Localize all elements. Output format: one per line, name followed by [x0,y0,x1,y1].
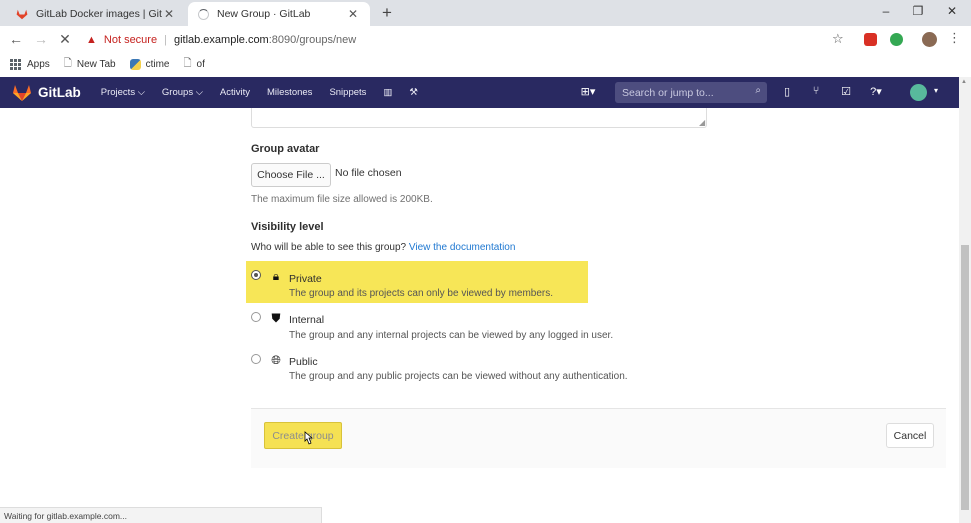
mouse-pointer-icon [304,431,313,445]
visibility-public-radio[interactable] [251,354,261,364]
new-group-form: ◢ Group avatar Choose File ... No file c… [0,108,959,523]
shield-icon: ⛊ [271,311,281,325]
bookmark-apps[interactable]: Apps [10,58,50,70]
bookmark-new-tab[interactable]: 🗋 New Tab [64,56,116,73]
bookmarks-bar: Apps 🗋 New Tab ctime 🗋 of [0,53,971,75]
group-avatar-label: Group avatar [251,143,320,155]
new-tab-button[interactable]: + [378,3,396,23]
chart-icon[interactable]: ▥ [383,87,392,98]
close-icon[interactable]: ✕ [346,7,360,21]
visibility-public-desc: The group and any public projects can be… [289,371,628,382]
separator: | [164,34,167,46]
gitlab-home-link[interactable]: GitLab [12,84,81,102]
todos-icon[interactable]: ☑ [838,85,854,98]
nav-projects[interactable]: Projects ⌵ [101,87,145,98]
visibility-internal-desc: The group and any internal projects can … [289,330,614,341]
python-icon [129,58,141,70]
address-bar[interactable]: ▲ Not secure | gitlab.example.com:8090/g… [84,29,856,51]
max-file-size-help: The maximum file size allowed is 200KB. [251,194,433,205]
bookmark-ctime[interactable]: ctime [129,58,170,70]
warning-icon: ▲ [86,34,97,46]
description-textarea[interactable] [251,108,707,128]
cancel-button[interactable]: Cancel [886,423,934,448]
bookmark-star-icon[interactable]: ☆ [832,31,844,47]
merge-requests-icon[interactable]: ⑂ [808,85,824,97]
visibility-help: Who will be able to see this group? View… [251,242,515,253]
profile-avatar[interactable] [922,32,937,47]
nav-snippets[interactable]: Snippets [329,87,366,98]
scrollbar-thumb[interactable] [961,245,969,510]
gitlab-logo-icon [13,84,31,101]
user-avatar[interactable] [910,84,927,101]
visibility-level-label: Visibility level [251,221,324,233]
minimize-icon[interactable]: – [876,4,896,18]
issues-icon[interactable]: ▯ [779,85,795,98]
visibility-private-radio[interactable] [251,270,261,280]
new-item-icon[interactable]: ⊞▾ [580,85,596,98]
nav-activity[interactable]: Activity [220,87,250,98]
tab-gitlab-docker-images[interactable]: GitLab Docker images | GitLab ✕ [6,2,186,26]
bookmark-of[interactable]: 🗋 of [183,56,204,73]
close-icon[interactable]: ✕ [162,7,176,21]
scroll-up-icon[interactable]: ▲ [961,79,967,85]
globe-icon: 🌐︎ [271,353,281,367]
visibility-internal-title: Internal [289,314,325,326]
bookmark-label: of [196,58,205,70]
back-icon[interactable]: ← [7,31,25,47]
chevron-down-icon[interactable]: ▾ [928,86,944,95]
visibility-question: Who will be able to see this group? [251,242,407,253]
gitlab-navbar: GitLab Projects ⌵ Groups ⌵ Activity Mile… [0,77,959,108]
tab-strip: GitLab Docker images | GitLab ✕ New Grou… [0,0,971,26]
url-host: gitlab.example.com [173,34,269,46]
wrench-icon[interactable]: ⚒ [409,87,418,98]
visibility-internal-radio[interactable] [251,312,261,322]
extension-icon[interactable] [890,33,903,46]
bookmark-label: ctime [145,58,170,70]
tab-new-group[interactable]: New Group · GitLab ✕ [188,2,370,26]
extension-icon[interactable] [864,33,877,46]
browser-toolbar: ← → ✕ ▲ Not secure | gitlab.example.com:… [0,26,971,53]
nav-milestones[interactable]: Milestones [267,87,312,98]
status-bar: Waiting for gitlab.example.com... [0,507,322,523]
visibility-private-title: Private [289,273,322,285]
stop-icon[interactable]: ✕ [56,31,74,48]
choose-file-button[interactable]: Choose File ... [251,163,331,187]
search-placeholder: Search or jump to... [622,86,714,99]
view-documentation-link[interactable]: View the documentation [409,242,516,253]
gitlab-brand: GitLab [38,85,81,100]
gitlab-main-menu: Projects ⌵ Groups ⌵ Activity Milestones … [101,87,435,98]
resize-handle-icon[interactable]: ◢ [699,118,705,127]
bookmark-label: Apps [27,58,50,70]
search-icon: ⌕ [755,85,761,96]
visibility-private-desc: The group and its projects can only be v… [289,288,554,299]
maximize-icon[interactable]: ❐ [908,4,928,18]
nav-groups[interactable]: Groups ⌵ [162,87,203,98]
page-icon: 🗋 [183,57,192,69]
form-actions [251,408,946,468]
tab-title: New Group · GitLab [217,8,311,20]
no-file-chosen-text: No file chosen [335,167,402,179]
security-warning[interactable]: Not secure [104,34,157,46]
tab-title: GitLab Docker images | GitLab [36,8,162,20]
bookmark-label: New Tab [76,58,116,70]
url-path: :8090/groups/new [268,34,357,46]
window-close-icon[interactable]: ✕ [942,4,962,18]
gitlab-favicon-icon [16,9,28,19]
help-icon[interactable]: ?▾ [868,85,884,98]
visibility-public-title: Public [289,356,318,368]
page-icon: 🗋 [63,57,72,69]
forward-icon[interactable]: → [32,31,50,47]
search-input[interactable]: Search or jump to... ⌕ [615,82,767,103]
lock-icon: 🔒︎ [272,269,280,283]
apps-grid-icon [10,58,21,70]
loading-spinner-icon [198,8,209,20]
chrome-menu-icon[interactable]: ⋮ [948,30,961,46]
